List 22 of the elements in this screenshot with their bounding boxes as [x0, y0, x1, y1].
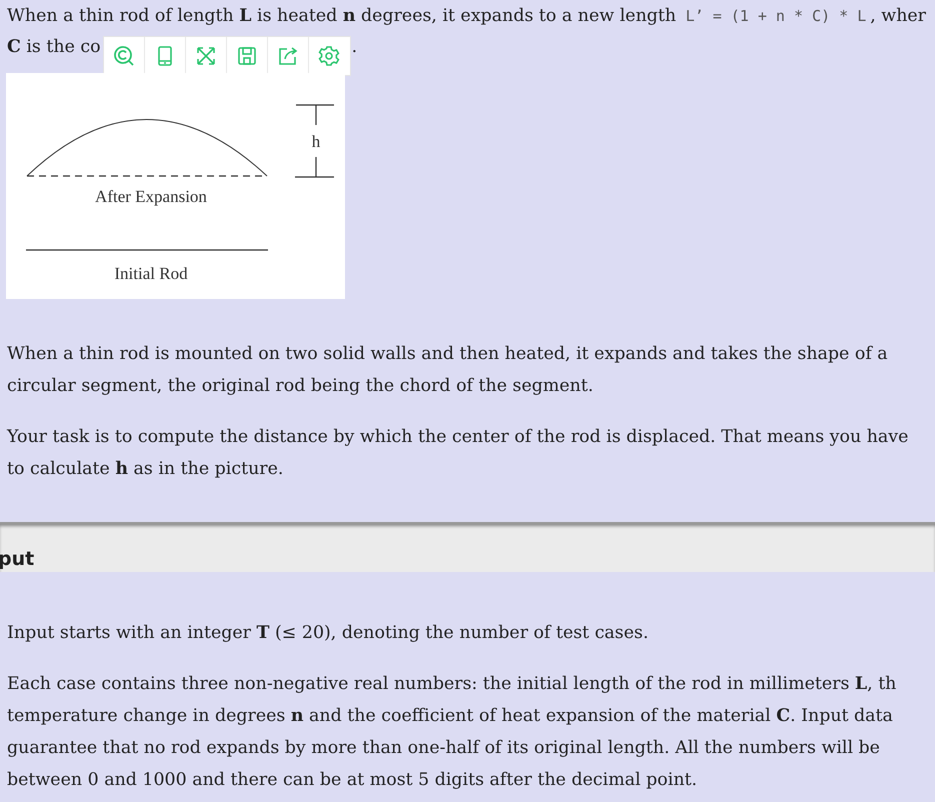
- search-icon: [112, 45, 135, 67]
- formula: L’ = (1 + n * C) * L: [684, 7, 868, 25]
- share-icon: [276, 45, 299, 67]
- text-line: .: [352, 36, 358, 59]
- text-line: guarantee that no rod expands by more than one-half of its original length. All the numbers will be: [7, 737, 881, 760]
- text-line: Your task is to compute the distance by which the center of the rod is displaced. That means you have: [7, 426, 910, 449]
- diagram-label: After Expansion: [95, 187, 207, 206]
- diagram-label: Initial Rod: [114, 264, 188, 283]
- height-label: h: [312, 132, 320, 151]
- expand-icon: [194, 45, 217, 67]
- text-line: temperature change in degrees n and the coefficient of heat expansion of the material C. Input data: [7, 705, 894, 728]
- text-line: , wher: [870, 6, 926, 26]
- text-line: circular segment, the original rod being the chord of the segment.: [7, 375, 594, 398]
- text-line: Input starts with an integer T (≤ 20), denoting the number of test cases.: [7, 622, 650, 645]
- save-icon: [236, 45, 258, 67]
- text-line: Each case contains three non-negative real numbers: the initial length of the rod in millimeters L, th: [7, 673, 898, 696]
- text-line: to calculate h as in the picture.: [7, 458, 284, 481]
- text-line: When a thin rod of length L is heated n degrees, it expands to a new length: [7, 6, 678, 26]
- text-line: between 0 and 1000 and there can be at most 5 digits after the decimal point.: [7, 769, 698, 792]
- settings-icon: [318, 45, 340, 67]
- text-line: C is the co: [7, 36, 102, 59]
- text-line: When a thin rod is mounted on two solid walls and then heated, it expands and takes the shape of a: [7, 343, 889, 366]
